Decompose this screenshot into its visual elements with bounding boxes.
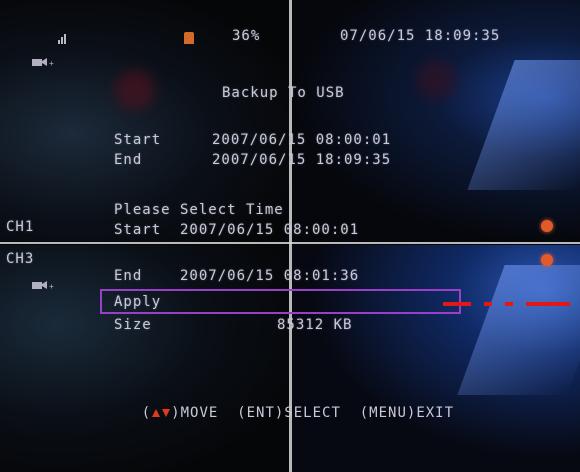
quad-divider-horizontal	[0, 242, 580, 244]
camera-record-icon: +	[32, 58, 54, 67]
range-end-label: End	[114, 152, 143, 168]
overlay-line	[505, 302, 513, 306]
hdd-icon	[184, 32, 194, 44]
hint-exit: (MENU)EXIT	[359, 405, 455, 421]
camera-record-icon: +	[32, 281, 54, 290]
dialog-title: Backup To USB	[222, 85, 345, 101]
signal-bars-icon	[58, 32, 68, 44]
hdd-usage-percent: 36%	[232, 28, 261, 44]
hint-move: )MOVE	[171, 405, 219, 421]
svg-text:+: +	[49, 59, 54, 67]
select-end-value[interactable]: 2007/06/15 08:01:36	[180, 268, 359, 284]
size-label: Size	[114, 317, 152, 333]
apply-button[interactable]: Apply	[100, 289, 461, 314]
arrow-down-icon	[162, 409, 171, 417]
feed-light-beam	[457, 265, 580, 395]
dvr-screen: 36% 07/06/15 18:09:35 + + CH1 CH3 Backup…	[0, 0, 580, 472]
overlay-line	[484, 302, 492, 306]
channel-label-ch3: CH3	[6, 251, 35, 267]
feed-light-beam	[467, 60, 580, 190]
alert-indicator-dot	[541, 254, 553, 266]
feed-highlight	[115, 70, 155, 110]
range-start-value: 2007/06/15 08:00:01	[212, 132, 392, 148]
range-start-label: Start	[114, 132, 162, 148]
size-value: 85312 KB	[277, 317, 353, 333]
feed-highlight	[416, 60, 456, 100]
select-time-prompt: Please Select Time	[114, 202, 284, 218]
svg-text:+: +	[49, 282, 54, 290]
select-end-label: End	[114, 268, 143, 284]
channel-label-ch1: CH1	[6, 219, 35, 235]
hint-select: (ENT)SELECT	[237, 405, 341, 421]
alert-indicator-dot	[541, 220, 553, 232]
select-start-value[interactable]: 2007/06/15 08:00:01	[180, 222, 359, 238]
overlay-line	[443, 302, 471, 306]
arrow-up-icon	[152, 409, 161, 417]
key-hint-bar: ( )MOVE (ENT)SELECT (MENU)EXIT	[104, 389, 454, 437]
apply-button-label: Apply	[114, 294, 162, 310]
select-start-label: Start	[114, 222, 162, 238]
hint-open-paren: (	[141, 405, 152, 421]
status-datetime: 07/06/15 18:09:35	[340, 28, 501, 44]
overlay-line	[526, 302, 570, 306]
range-end-value: 2007/06/15 18:09:35	[212, 152, 392, 168]
